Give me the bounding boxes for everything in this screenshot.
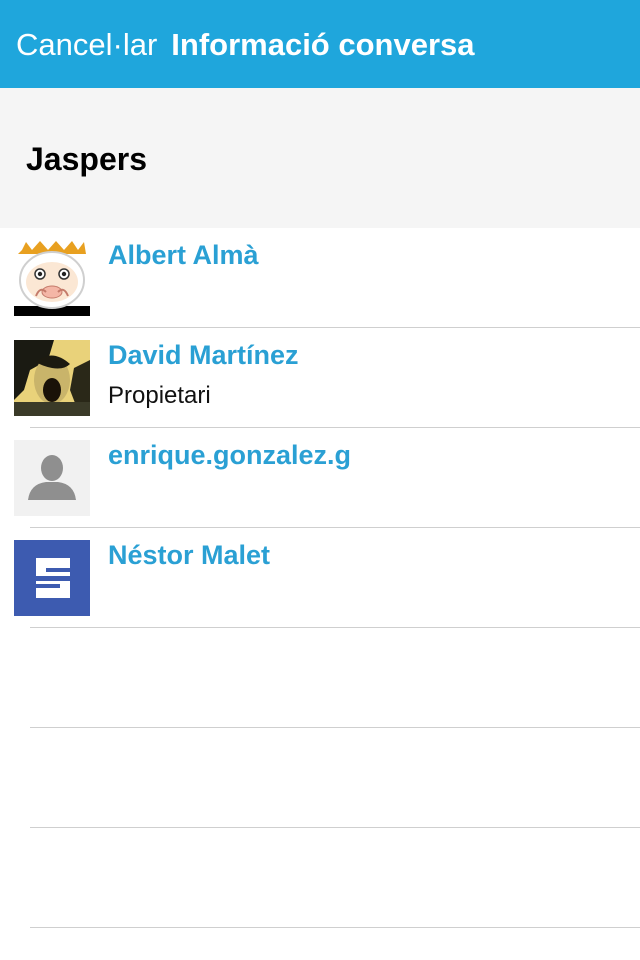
member-row[interactable]: enrique.gonzalez.g	[0, 428, 640, 528]
member-row[interactable]: Néstor Malet	[0, 528, 640, 628]
navigation-bar: Cancel·lar Informació conversa	[0, 0, 640, 88]
group-header: Jaspers	[0, 88, 640, 228]
member-list: Albert Almà David Martínez Propietari en…	[0, 228, 640, 928]
page-title: Informació conversa	[171, 27, 475, 62]
cancel-button[interactable]: Cancel·lar	[16, 27, 157, 63]
cartoon-character-avatar	[14, 240, 90, 316]
photo-avatar	[14, 340, 90, 416]
member-name: Néstor Malet	[108, 540, 271, 570]
s-logo-avatar	[14, 540, 90, 616]
group-name: Jaspers	[26, 140, 147, 177]
member-name: David Martínez	[108, 340, 299, 370]
row-divider	[30, 927, 640, 928]
member-role: Propietari	[108, 382, 211, 409]
empty-row	[0, 628, 640, 728]
empty-row	[0, 728, 640, 828]
member-name: enrique.gonzalez.g	[108, 440, 352, 470]
member-name: Albert Almà	[108, 240, 259, 270]
member-row[interactable]: David Martínez Propietari	[0, 328, 640, 428]
default-person-avatar	[14, 440, 90, 516]
member-row[interactable]: Albert Almà	[0, 228, 640, 328]
empty-row	[0, 828, 640, 928]
